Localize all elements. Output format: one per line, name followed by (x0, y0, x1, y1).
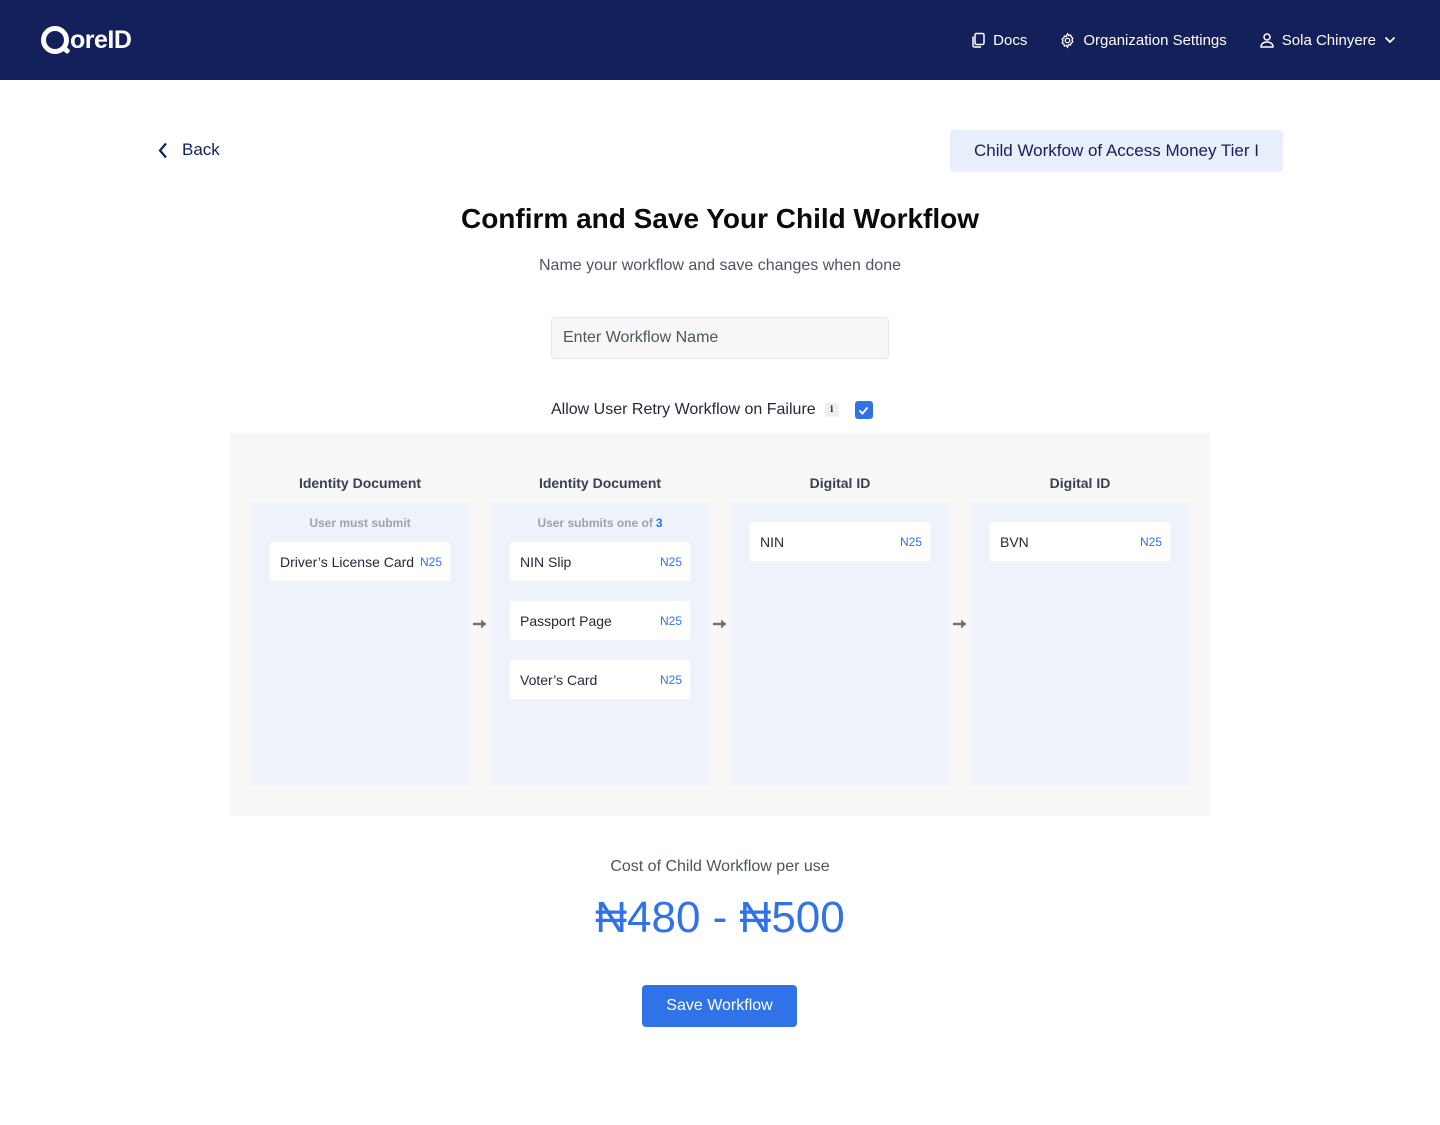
doc-price: N25 (659, 672, 682, 687)
doc-price: N25 (899, 534, 922, 549)
doc-label: Voter’s Card (520, 671, 598, 688)
organization-settings-link[interactable]: Organization Settings (1059, 31, 1227, 49)
doc-price: N25 (659, 554, 682, 569)
doc-label: Passport Page (520, 612, 612, 629)
logo-q-mark (41, 26, 69, 54)
chevron-down-icon (1384, 36, 1396, 44)
retry-checkbox[interactable] (854, 401, 873, 419)
step-heading: Identity Document (538, 475, 662, 491)
docs-label: Docs (993, 31, 1028, 49)
doc-item-passport-page[interactable]: Passport Page N25 (510, 601, 690, 640)
doc-price: N25 (1139, 534, 1162, 549)
doc-item-nin[interactable]: NIN N25 (750, 522, 930, 561)
retry-label: Allow User Retry Workflow on Failure (551, 401, 816, 418)
arrow-right-icon (953, 619, 967, 629)
step-column-digital-id-nin: NIN N25 (731, 503, 949, 785)
step-requirement-text: User submits one of (537, 516, 653, 530)
page-title: Confirm and Save Your Child Workflow (460, 203, 980, 234)
checkmark-icon (859, 406, 869, 415)
retry-option: Allow User Retry Workflow on Failure i (551, 401, 873, 419)
docs-icon (972, 32, 985, 48)
user-name: Sola Chinyere (1281, 31, 1376, 49)
doc-label: NIN (760, 533, 785, 550)
save-workflow-button[interactable]: Save Workflow (642, 985, 797, 1027)
page-subtitle: Name your workflow and save changes when… (539, 257, 901, 274)
doc-price: N25 (659, 613, 682, 628)
cost-value: ₦480 - ₦500 (595, 893, 845, 942)
info-icon[interactable]: i (824, 403, 839, 417)
back-label: Back (182, 140, 220, 159)
qoreid-logo[interactable]: oreID (41, 24, 132, 56)
doc-item-bvn[interactable]: BVN N25 (990, 522, 1170, 561)
doc-item-drivers-license[interactable]: Driver’s License Card N25 (270, 542, 450, 581)
choice-count: 3 (655, 516, 663, 530)
chevron-left-icon (158, 142, 167, 158)
header-nav: Docs Organization Settings Sola Chinyere (938, 0, 1396, 80)
doc-item-nin-slip[interactable]: NIN Slip N25 (510, 542, 690, 581)
arrow-right-icon (713, 619, 727, 629)
back-button[interactable]: Back (158, 140, 220, 160)
step-column-identity-document-choice: User submits one of 3 NIN Slip N25 Passpo… (491, 503, 709, 785)
doc-item-voters-card[interactable]: Voter’s Card N25 (510, 660, 690, 699)
step-heading: Identity Document (298, 475, 422, 491)
organization-settings-label: Organization Settings (1083, 31, 1227, 49)
logo-text: oreID (70, 25, 132, 54)
gear-icon (1061, 31, 1074, 49)
doc-label: BVN (1000, 533, 1029, 550)
user-icon (1260, 33, 1274, 48)
step-requirement-text: User must submit (309, 516, 411, 530)
step-heading: Digital ID (1049, 475, 1111, 491)
top-navbar: oreID Docs Organization Settings Sola Ch… (0, 0, 1440, 80)
step-column-digital-id-bvn: BVN N25 (971, 503, 1189, 785)
docs-link[interactable]: Docs (970, 32, 1027, 49)
workflow-steps-panel: Identity Document User must submit Drive… (230, 433, 1210, 816)
step-heading: Digital ID (809, 475, 871, 491)
user-menu[interactable]: Sola Chinyere (1259, 32, 1396, 49)
arrow-right-icon (473, 619, 487, 629)
workflow-name-input[interactable] (551, 317, 889, 359)
doc-price: N25 (419, 554, 442, 569)
cost-label: Cost of Child Workflow per use (610, 858, 830, 875)
step-column-identity-document: User must submit Driver’s License Card N… (251, 503, 469, 785)
step-requirement-note: User must submit (251, 516, 469, 530)
doc-label: Driver’s License Card (280, 553, 415, 570)
doc-label: NIN Slip (520, 553, 572, 570)
step-requirement-note: User submits one of 3 (491, 516, 709, 530)
parent-workflow-badge: Child Workfow of Access Money Tier I (950, 130, 1283, 172)
